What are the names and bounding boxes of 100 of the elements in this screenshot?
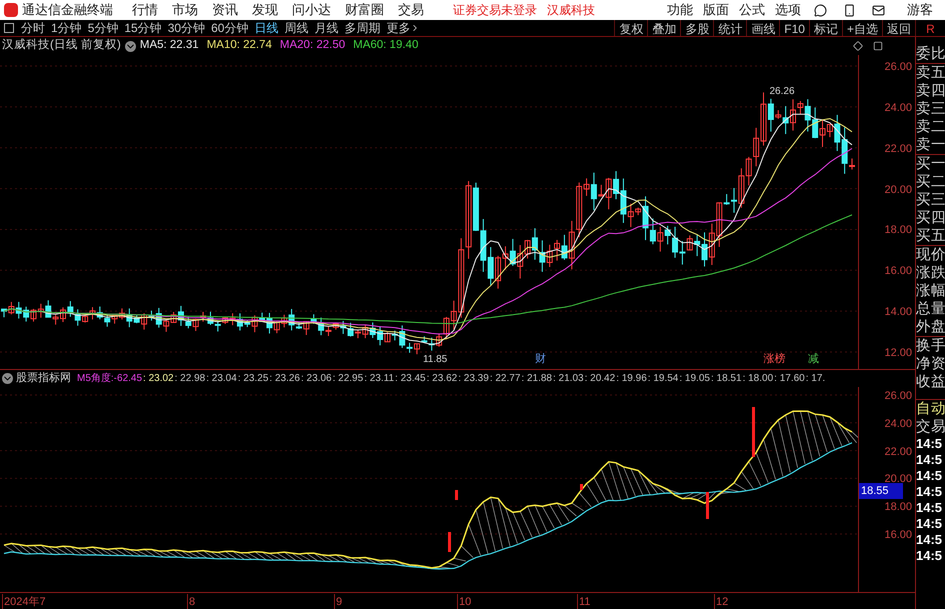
mail-icon[interactable] (872, 4, 885, 16)
menu-item[interactable]: 功能 (662, 0, 698, 20)
trade-time: 14:5 (916, 500, 944, 516)
current-value-label: 18.55 (859, 482, 903, 500)
quote-label: 买四 (916, 209, 945, 227)
period-tab[interactable]: 多周期 (341, 19, 384, 37)
diamond-icon[interactable] (853, 41, 863, 51)
indicator-name: M5角度: (77, 372, 114, 386)
dropdown-icon[interactable] (2, 373, 13, 384)
menu-item[interactable]: 交易 (391, 0, 431, 20)
high-price-label: 26.26 (770, 85, 795, 100)
indicator-reading: : 21.88 (521, 372, 552, 386)
indicator-reading: : 23.11 (364, 372, 394, 386)
date-axis-label: 11 (577, 594, 590, 609)
event-marker[interactable]: 财 (534, 350, 546, 367)
period-tab[interactable]: 更多 (383, 19, 424, 37)
panel-toggle-icon[interactable] (4, 23, 14, 33)
indicator-axis-label: 18.00 (884, 500, 912, 516)
trade-time: 14:5 (916, 548, 944, 564)
phone-icon[interactable] (843, 4, 856, 16)
quote-label: 涨幅 (916, 282, 945, 300)
menu-item[interactable]: 资讯 (205, 0, 245, 20)
logo-icon (4, 3, 18, 17)
period-tab[interactable]: 月线 (311, 19, 342, 37)
indicator-axis-label: 26.00 (884, 389, 912, 404)
price-axis-label: 18.00 (884, 223, 912, 238)
toolbar-button[interactable]: +自选 (842, 20, 882, 36)
period-tab[interactable]: 1分钟 (48, 19, 85, 37)
stock-name: 汉威科技 (547, 2, 595, 19)
menu-item[interactable]: 公式 (734, 0, 770, 20)
indicator-reading: : 23.62 (426, 372, 458, 386)
toolbar-button[interactable]: 统计 (713, 20, 746, 36)
low-price-label: 11.85 (422, 353, 448, 368)
quote-label: 买一 (916, 155, 945, 173)
indicator-reading: : 23.02 (143, 372, 174, 386)
indicator-reading: : 23.06 (301, 372, 332, 386)
indicator-value: -62.45 (114, 372, 142, 386)
indicator-reading: : 21.03 (553, 372, 584, 386)
toolbar-button[interactable]: 返回 (882, 20, 915, 36)
indicator-reading: : 23.39 (458, 372, 489, 386)
indicator-reading: : 19.54 (648, 372, 678, 386)
quote-label: 买二 (916, 173, 945, 191)
price-axis-label: 26.00 (884, 60, 912, 75)
menu-item[interactable]: 问小达 (285, 0, 338, 20)
indicator-reading: : 23.04 (206, 372, 237, 386)
period-tab[interactable]: 15分钟 (121, 19, 165, 37)
trade-header: 交易 (916, 418, 945, 436)
indicator-reading: : 22.95 (332, 372, 364, 386)
quote-label: 净资 (916, 355, 945, 373)
menu-item[interactable]: 选项 (770, 0, 806, 20)
date-axis-label: 10 (457, 594, 472, 609)
period-tab[interactable]: 30分钟 (164, 19, 208, 37)
quote-label: 卖二 (916, 118, 945, 136)
period-tab[interactable]: 分时 (18, 19, 48, 37)
menu-item[interactable]: 发现 (245, 0, 285, 20)
indicator-reading: : 23.25 (238, 372, 268, 386)
toolbar-button[interactable]: 复权 (614, 20, 648, 36)
period-tab[interactable]: 60分钟 (208, 19, 252, 37)
trade-time: 14:5 (916, 436, 944, 452)
quote-label: 卖四 (916, 82, 945, 100)
toolbar-button[interactable]: 多股 (680, 20, 714, 36)
date-axis-label: 8 (187, 594, 196, 609)
indicator-reading: : 20.42 (584, 372, 616, 386)
indicator-reading: : 19.96 (616, 372, 647, 386)
indicator-reading: : 17. (806, 372, 826, 386)
chart-title: 汉威科技(日线 前复权) (2, 38, 121, 54)
period-tab[interactable]: 日线 (251, 19, 282, 37)
chat-icon[interactable] (814, 4, 827, 16)
date-axis-label: 2024年7 (2, 594, 46, 609)
square-icon[interactable] (873, 41, 883, 51)
period-tab[interactable]: 周线 (281, 19, 312, 37)
indicator-reading: : 17.60 (774, 372, 805, 386)
indicator-title: 股票指标网 (16, 371, 71, 386)
indicator-reading: : 22.98 (174, 372, 206, 386)
price-axis-label: 22.00 (884, 142, 912, 157)
menu-item[interactable]: 版面 (698, 0, 734, 20)
date-axis-label: 12 (714, 594, 728, 609)
user-label[interactable]: 游客 (907, 0, 933, 20)
toolbar-button[interactable]: 标记 (808, 20, 842, 36)
toolbar-button[interactable]: 画线 (746, 20, 780, 36)
menu-item[interactable]: 行情 (125, 0, 165, 20)
ma-value: MA60: 19.40 (353, 38, 418, 54)
indicator-axis-label: 16.00 (884, 528, 912, 543)
menu-item[interactable]: 财富圈 (338, 0, 391, 20)
event-marker[interactable]: 涨榜 (764, 350, 786, 367)
indicator-reading: : 23.26 (269, 372, 300, 386)
menu-item[interactable]: 市场 (165, 0, 205, 20)
indicator-reading: : 19.05 (679, 372, 710, 386)
period-tab[interactable]: 5分钟 (84, 19, 122, 37)
toolbar-button[interactable]: 叠加 (647, 20, 680, 36)
auto-label[interactable]: 自动 (916, 399, 945, 418)
dropdown-icon[interactable] (124, 40, 136, 52)
trade-time: 14:5 (916, 532, 944, 548)
login-status[interactable]: 证券交易未登录 (453, 1, 537, 19)
toolbar-button[interactable]: F10 (779, 20, 809, 36)
ma-value: MA5: 22.31 (140, 38, 199, 54)
quote-label: 卖一 (916, 136, 945, 155)
event-marker[interactable]: 减 (808, 350, 819, 367)
indicator-axis-label: 22.00 (884, 444, 912, 460)
indicator-reading: : 22.77 (490, 372, 520, 386)
